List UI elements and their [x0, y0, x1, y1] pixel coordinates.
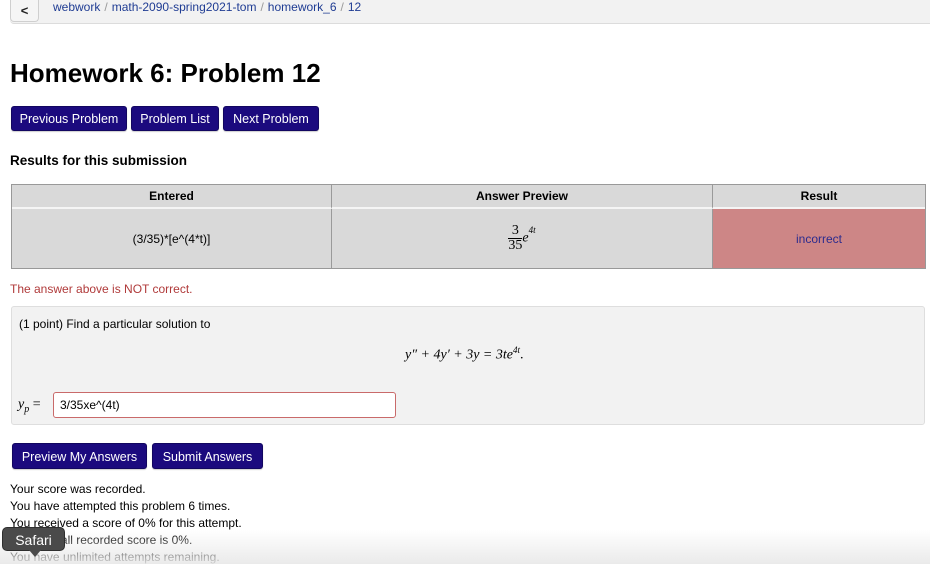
submit-answers-button[interactable]: Submit Answers	[152, 443, 263, 469]
equation-exponent: 4t	[512, 345, 520, 355]
entered-cell: (3/35)*[e^(4*t)]	[12, 209, 332, 268]
preview-base: e	[522, 230, 529, 246]
results-table: Entered Answer Preview Result (3/35)*[e^…	[11, 184, 926, 269]
problem-equation: y″ + 4y′ + 3y = 3te4t.	[405, 345, 524, 364]
preview-denominator: 35	[508, 238, 523, 253]
breadcrumb: webwork / math-2090-spring2021-tom / homewor…	[53, 0, 361, 14]
chevron-left-icon: <	[20, 2, 29, 18]
preview-numerator: 3	[508, 224, 523, 239]
preview-exponent: 4t	[528, 224, 536, 235]
answer-label-equals: =	[29, 397, 41, 412]
breadcrumb-separator: /	[104, 0, 108, 14]
back-button[interactable]: <	[10, 0, 39, 22]
column-header-result: Result	[713, 185, 925, 209]
safari-tooltip: Safari	[2, 527, 65, 557]
preview-cell: 3 35 e4t	[332, 209, 713, 268]
answer-input[interactable]	[53, 392, 396, 418]
equation-body: y″ + 4y′ + 3y = 3te	[405, 347, 513, 363]
preview-answers-button[interactable]: Preview My Answers	[12, 443, 147, 469]
column-header-entered: Entered	[12, 185, 332, 209]
breadcrumb-separator: /	[260, 0, 264, 14]
next-problem-button[interactable]: Next Problem	[223, 106, 319, 131]
breadcrumb-homework[interactable]: homework_6	[268, 0, 337, 14]
breadcrumb-course[interactable]: math-2090-spring2021-tom	[112, 0, 257, 14]
status-line: Your score was recorded.	[10, 482, 146, 496]
breadcrumb-separator: /	[340, 0, 344, 14]
equation-end: .	[520, 347, 524, 363]
breadcrumb-problem[interactable]: 12	[348, 0, 361, 14]
status-messages: Your score was recorded. You have attemp…	[10, 481, 242, 566]
breadcrumb-webwork[interactable]: webwork	[53, 0, 100, 14]
result-cell: incorrect	[713, 209, 925, 268]
problem-box: (1 point) Find a particular solution to …	[11, 306, 925, 425]
preview-fraction: 3 35	[508, 224, 523, 253]
status-line: You have attempted this problem 6 times.	[10, 499, 231, 513]
previous-problem-button[interactable]: Previous Problem	[11, 106, 127, 131]
table-row: (3/35)*[e^(4*t)] 3 35 e4t incorrect	[12, 209, 925, 268]
page-title: Homework 6: Problem 12	[10, 58, 321, 88]
problem-list-button[interactable]: Problem List	[131, 106, 219, 131]
results-heading: Results for this submission	[10, 153, 188, 168]
problem-prompt: (1 point) Find a particular solution to	[19, 317, 211, 331]
column-header-preview: Answer Preview	[332, 185, 713, 209]
feedback-message: The answer above is NOT correct.	[10, 282, 193, 296]
answer-label: yp =	[18, 397, 41, 415]
